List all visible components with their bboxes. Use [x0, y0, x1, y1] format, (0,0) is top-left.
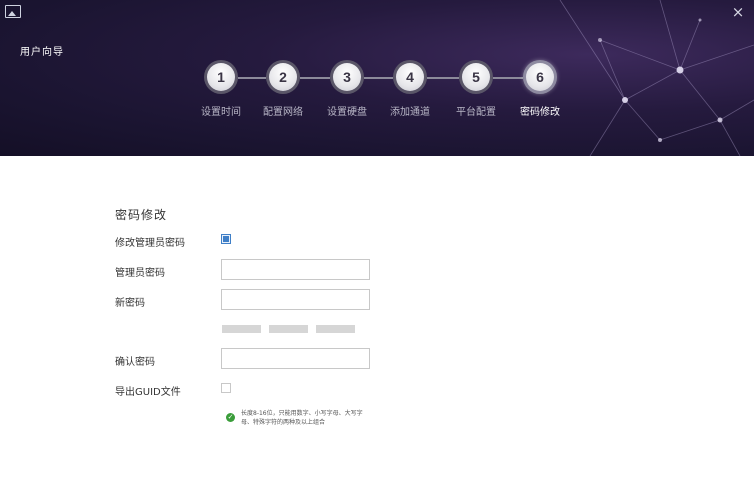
export-guid-label: 导出GUID文件	[115, 387, 181, 398]
step-circle: 6	[523, 60, 557, 94]
close-icon[interactable]: ×	[730, 4, 746, 20]
step-number: 4	[396, 63, 424, 91]
wizard-header: × 用户向导 1 设置时间 2 配置网络 3 设置硬盘 4 添加通道 5 平台配…	[0, 0, 754, 156]
hint-text: 长度8-16位，只能用数字、小写字母、大写字母、特殊字符的两种及以上组合	[241, 410, 363, 426]
section-title: 密码修改	[115, 208, 168, 222]
step-circle: 4	[393, 60, 427, 94]
password-strength-strong	[316, 325, 355, 333]
app-image-icon	[5, 5, 21, 18]
check-circle-icon: ✓	[226, 413, 235, 422]
confirm-password-label: 确认密码	[115, 357, 155, 368]
step-circle: 1	[204, 60, 238, 94]
modify-admin-checkbox[interactable]	[221, 234, 231, 244]
wizard-title: 用户向导	[20, 47, 64, 58]
password-strength-weak	[222, 325, 261, 333]
step-6: 6 密码修改	[500, 60, 580, 118]
step-number: 2	[269, 63, 297, 91]
new-password-input[interactable]	[221, 289, 370, 310]
step-circle: 2	[266, 60, 300, 94]
form-panel: 密码修改 修改管理员密码 管理员密码 新密码 确认密码 导出GUID文件 ✓ 长…	[0, 156, 754, 493]
step-number: 5	[462, 63, 490, 91]
modify-admin-label: 修改管理员密码	[115, 238, 185, 249]
new-password-label: 新密码	[115, 298, 145, 309]
step-circle: 3	[330, 60, 364, 94]
step-indicator: 1 设置时间 2 配置网络 3 设置硬盘 4 添加通道 5 平台配置 6 密码修…	[0, 60, 754, 130]
admin-password-input[interactable]	[221, 259, 370, 280]
step-circle: 5	[459, 60, 493, 94]
password-strength-medium	[269, 325, 308, 333]
step-number: 6	[526, 63, 554, 91]
admin-password-label: 管理员密码	[115, 268, 165, 279]
step-number: 1	[207, 63, 235, 91]
export-guid-checkbox[interactable]	[221, 383, 231, 393]
step-number: 3	[333, 63, 361, 91]
confirm-password-input[interactable]	[221, 348, 370, 369]
step-label: 密码修改	[520, 107, 560, 118]
